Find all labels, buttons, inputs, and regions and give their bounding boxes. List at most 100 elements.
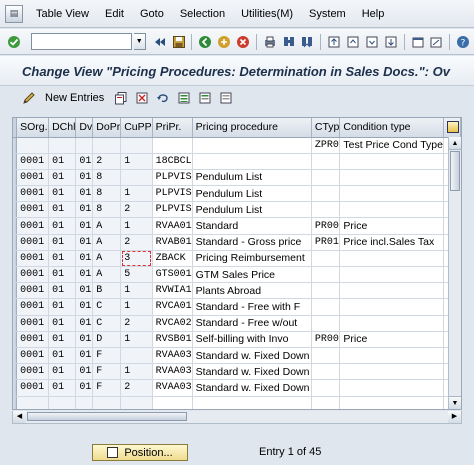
cell-division[interactable]: 01 (75, 363, 94, 381)
cell-pricing-procedure[interactable]: Pendulum List (192, 185, 312, 203)
table-settings[interactable] (443, 118, 461, 138)
cell-sales-org[interactable]: 0001 (16, 201, 50, 219)
cell-pricing-procedure[interactable]: Standard - Gross price (192, 234, 312, 251)
cell-distribution-channel[interactable]: 01 (48, 282, 77, 300)
cell-sales-org[interactable]: 0001 (16, 282, 50, 300)
cell-sales-org[interactable] (16, 396, 50, 409)
cell-distribution-channel[interactable]: 01 (48, 153, 77, 170)
previous-page-icon[interactable] (345, 33, 361, 50)
cell-distribution-channel[interactable]: 01 (48, 298, 77, 316)
cell-condition-type[interactable] (339, 185, 445, 203)
exit-icon[interactable] (216, 33, 232, 50)
undo-change-icon[interactable] (154, 90, 171, 107)
command-dropdown-icon[interactable]: ▼ (133, 33, 146, 50)
cell-condition-type-key[interactable] (311, 315, 341, 332)
cell-sales-org[interactable]: 0001 (16, 315, 50, 332)
cell-division[interactable]: 01 (75, 185, 94, 203)
table-row[interactable]: ZPR0 Test Price Cond Type (13, 137, 461, 154)
cell-distribution-channel[interactable]: 01 (48, 169, 77, 187)
cell-doc-pricing-procedure[interactable] (92, 137, 122, 154)
cell-doc-pricing-procedure[interactable]: 8 (92, 185, 122, 203)
cell-division[interactable]: 01 (75, 234, 94, 251)
cell-pricing-procedure[interactable]: Standard - Free w/out (192, 315, 312, 332)
cell-condition-type[interactable] (339, 379, 445, 397)
cell-distribution-channel[interactable]: 01 (48, 201, 77, 219)
cell-pricing-procedure-key[interactable] (152, 396, 193, 409)
horizontal-scrollbar[interactable]: ◀ ▶ (12, 411, 462, 424)
scroll-right-icon[interactable]: ▶ (448, 411, 461, 423)
select-all-icon[interactable] (175, 90, 192, 107)
cell-doc-pricing-procedure[interactable]: A (92, 250, 122, 268)
deselect-all-icon[interactable] (217, 90, 234, 107)
cell-pricing-procedure-key[interactable]: PLPVIS (152, 201, 193, 219)
scroll-left-icon[interactable]: ◀ (13, 411, 26, 423)
cell-condition-type[interactable] (339, 169, 445, 187)
cell-doc-pricing-procedure[interactable]: 8 (92, 169, 122, 187)
table-row[interactable]: 0001 01 01 2 1 18CBCL (13, 153, 461, 170)
cell-condition-type-key[interactable]: PR01 (311, 234, 341, 251)
cell-customer-pricing-procedure[interactable]: 1 (120, 363, 153, 381)
cell-division[interactable]: 01 (75, 250, 94, 268)
cell-pricing-procedure[interactable]: Pendulum List (192, 201, 312, 219)
cell-sales-org[interactable]: 0001 (16, 331, 50, 348)
cell-division[interactable]: 01 (75, 315, 94, 332)
cell-condition-type-key[interactable]: ZPR0 (311, 137, 341, 154)
delete-icon[interactable] (133, 90, 150, 107)
cell-distribution-channel[interactable]: 01 (48, 315, 77, 332)
cell-customer-pricing-procedure[interactable]: 5 (120, 266, 153, 284)
cell-pricing-procedure[interactable]: Self-billing with Invo (192, 331, 312, 348)
menu-edit[interactable]: Edit (97, 8, 132, 20)
cell-distribution-channel[interactable]: 01 (48, 379, 77, 397)
last-page-icon[interactable] (383, 33, 399, 50)
vertical-scroll-thumb[interactable] (450, 151, 460, 191)
scroll-down-icon[interactable]: ▼ (449, 396, 461, 409)
cell-condition-type[interactable] (339, 153, 445, 170)
cell-customer-pricing-procedure[interactable] (120, 396, 153, 409)
table-row[interactable]: 0001 01 01 B 1 RVWIA1 Plants Abroad (13, 282, 461, 300)
col-header-pricing-procedure[interactable]: Pricing procedure (192, 118, 312, 138)
cell-pricing-procedure-key[interactable]: 18CBCL (152, 153, 193, 170)
cell-distribution-channel[interactable] (48, 396, 77, 409)
find-icon[interactable] (281, 33, 297, 50)
cell-pricing-procedure[interactable] (192, 396, 312, 409)
cell-doc-pricing-procedure[interactable] (92, 396, 122, 409)
col-header-pricing-procedure-key[interactable]: PriPr. (152, 118, 193, 138)
cell-condition-type[interactable] (339, 201, 445, 219)
table-row[interactable]: 0001 01 01 8 2 PLPVIS Pendulum List (13, 201, 461, 219)
find-next-icon[interactable] (300, 33, 316, 50)
cell-distribution-channel[interactable]: 01 (48, 347, 77, 365)
change-display-icon[interactable] (20, 90, 37, 107)
cancel-icon[interactable] (235, 33, 251, 50)
cell-sales-org[interactable]: 0001 (16, 250, 50, 268)
cell-condition-type[interactable] (339, 250, 445, 268)
cell-division[interactable]: 01 (75, 266, 94, 284)
table-row[interactable]: 0001 01 01 A 1 RVAA01 Standard PR00 Price (13, 217, 461, 235)
cell-condition-type[interactable] (339, 363, 445, 381)
cell-condition-type-key[interactable] (311, 250, 341, 268)
cell-sales-org[interactable]: 0001 (16, 234, 50, 251)
cell-sales-org[interactable]: 0001 (16, 266, 50, 284)
col-header-doc-pricing-procedure[interactable]: DoPr (92, 118, 122, 138)
select-block-icon[interactable] (196, 90, 213, 107)
next-page-icon[interactable] (364, 33, 380, 50)
nav-back-arrows-icon[interactable] (152, 33, 168, 50)
vertical-scrollbar[interactable]: ▲ ▼ (448, 137, 461, 409)
cell-condition-type-key[interactable] (311, 379, 341, 397)
table-row[interactable]: 0001 01 01 C 2 RVCA02 Standard - Free w/out (13, 315, 461, 332)
cell-sales-org[interactable]: 0001 (16, 379, 50, 397)
shortcut-icon[interactable] (429, 33, 445, 50)
cell-customer-pricing-procedure[interactable]: 2 (120, 315, 153, 332)
cell-condition-type-key[interactable] (311, 363, 341, 381)
command-field[interactable] (30, 33, 132, 50)
cell-division[interactable]: 01 (75, 201, 94, 219)
print-icon[interactable] (262, 33, 278, 50)
cell-pricing-procedure-key[interactable]: ZBACK (152, 250, 193, 268)
menu-selection[interactable]: Selection (172, 8, 233, 20)
cell-condition-type[interactable]: Test Price Cond Type (339, 137, 445, 154)
cell-pricing-procedure[interactable]: Standard w. Fixed Down (192, 379, 312, 397)
cell-customer-pricing-procedure[interactable] (120, 137, 153, 154)
table-row[interactable]: 0001 01 01 D 1 RVSB01 Self-billing with Invo PR… (13, 331, 461, 348)
col-header-condition-type[interactable]: Condition type (339, 118, 445, 138)
cell-pricing-procedure-key[interactable]: RVAA03 (152, 379, 193, 397)
cell-doc-pricing-procedure[interactable]: C (92, 298, 122, 316)
